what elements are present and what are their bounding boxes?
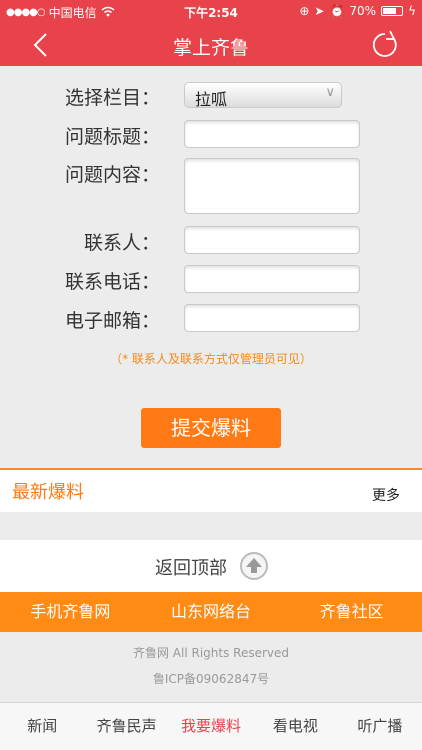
tab-news[interactable]: 新闻 <box>0 703 84 750</box>
page-title: 掌上齐鲁 <box>172 37 249 59</box>
tab-tv[interactable]: 看电视 <box>253 703 337 750</box>
tab-qilu-voice[interactable]: 齐鲁民声 <box>84 703 168 750</box>
title-input[interactable] <box>184 120 360 148</box>
latest-reports-header: 最新爆料 更多 <box>0 468 422 512</box>
latest-reports-list <box>0 512 422 540</box>
location-icon: ➤ <box>314 4 325 18</box>
contact-input[interactable] <box>184 226 360 254</box>
phone-input[interactable] <box>184 265 360 293</box>
tab-bar: 新闻 齐鲁民声 我要爆料 看电视 听广播 <box>0 702 422 750</box>
latest-reports-title: 最新爆料 <box>12 482 84 503</box>
category-select[interactable]: 拉呱 ∨ <box>184 82 342 109</box>
report-form: 选择栏目： 拉呱 ∨ 问题标题： 问题内容： 联系人： 联系电话： 电子邮箱： … <box>0 66 422 468</box>
up-arrow-icon[interactable] <box>240 552 268 580</box>
tab-report[interactable]: 我要爆料 <box>169 703 253 750</box>
tab-radio[interactable]: 听广播 <box>338 703 422 750</box>
category-select-value: 拉呱 <box>195 90 228 109</box>
navigation-bar: 掌上齐鲁 <box>0 22 422 66</box>
category-label: 选择栏目： <box>64 87 160 109</box>
more-link[interactable]: 更多 <box>372 485 400 505</box>
privacy-note: （* 联系人及联系方式仅管理员可见） <box>110 352 312 366</box>
submit-button[interactable]: 提交爆料 <box>141 408 281 448</box>
copyright-text: 齐鲁网 All Rights Reserved <box>132 646 290 660</box>
battery-fill <box>383 8 396 14</box>
back-to-top-link[interactable]: 返回顶部 <box>155 554 227 580</box>
link-mobile-qilu[interactable]: 手机齐鲁网 <box>0 592 141 632</box>
footer: 齐鲁网 All Rights Reserved 鲁ICP备09062847号 <box>0 632 422 702</box>
lock-rotation-icon: ⊕ <box>299 4 310 18</box>
battery-icon <box>381 6 404 16</box>
icp-text: 鲁ICP备09062847号 <box>152 672 270 686</box>
charging-icon: ϟ <box>408 4 416 18</box>
contact-label: 联系人： <box>83 232 160 254</box>
status-bar: ●●●●○ 中国电信 下午2:54 ⊕ ➤ ⏰ 70% ϟ <box>0 0 422 22</box>
status-right: ⊕ ➤ ⏰ 70% ϟ <box>299 4 416 18</box>
alarm-icon: ⏰ <box>329 4 345 18</box>
title-label: 问题标题： <box>64 126 160 148</box>
partner-links: 手机齐鲁网 山东网络台 齐鲁社区 <box>0 592 422 632</box>
battery-percent: 70% <box>349 4 377 18</box>
email-input[interactable] <box>184 304 360 332</box>
link-qilu-community[interactable]: 齐鲁社区 <box>281 592 422 632</box>
chevron-down-icon: ∨ <box>325 85 335 100</box>
content-textarea[interactable] <box>184 158 360 214</box>
phone-label: 联系电话： <box>64 271 160 293</box>
refresh-icon <box>372 30 397 57</box>
link-shandong-network[interactable]: 山东网络台 <box>141 592 282 632</box>
email-label: 电子邮箱： <box>64 310 160 332</box>
content-label: 问题内容： <box>64 164 160 186</box>
back-to-top-bar: 返回顶部 <box>0 540 422 592</box>
refresh-button[interactable] <box>368 28 402 62</box>
